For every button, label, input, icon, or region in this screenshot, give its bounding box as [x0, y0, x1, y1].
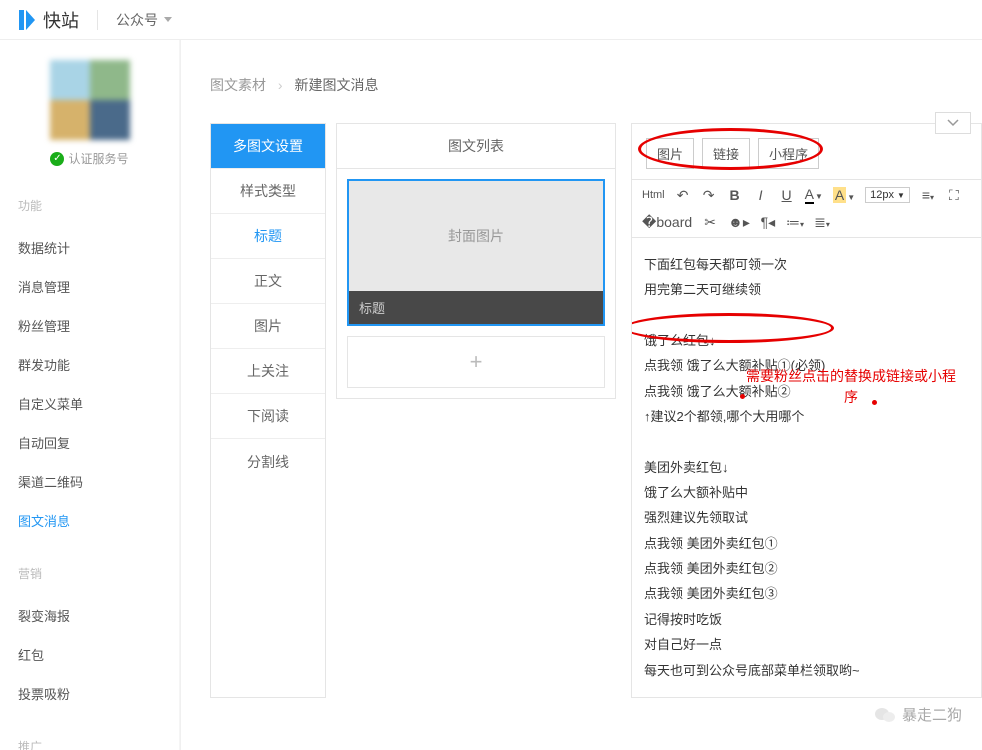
panel-tab[interactable]: 下阅读 [211, 394, 325, 439]
editor-toolbar: Html ↶ ↷ B I U A▼ A▼ 12px▼ ≡▾ ⛶ �board ✂… [632, 179, 981, 238]
top-bar: 快站 公众号 [0, 0, 982, 40]
chevron-right-icon: › [278, 77, 283, 93]
sidebar-item[interactable]: 自定义菜单 [18, 384, 161, 423]
bold-button[interactable]: B [727, 187, 743, 203]
nav-section: 推广 [18, 738, 161, 750]
align-button[interactable]: ≡▾ [920, 187, 936, 203]
panel-tab[interactable]: 图片 [211, 304, 325, 349]
insert-tab[interactable]: 图片 [646, 138, 694, 169]
panel-tab[interactable]: 样式类型 [211, 169, 325, 214]
sidebar-item[interactable]: 自动回复 [18, 423, 161, 462]
settings-panel-header: 多图文设置 [211, 124, 325, 169]
sidebar-item[interactable]: 渠道二维码 [18, 462, 161, 501]
panel-tab[interactable]: 上关注 [211, 349, 325, 394]
sidebar: ✓ 认证服务号 功能数据统计消息管理粉丝管理群发功能自定义菜单自动回复渠道二维码… [0, 40, 180, 750]
brand-logo[interactable]: 快站 [15, 7, 79, 33]
main: ✓ 认证服务号 功能数据统计消息管理粉丝管理群发功能自定义菜单自动回复渠道二维码… [0, 40, 982, 750]
content-area: 图文素材 › 新建图文消息 多图文设置 样式类型标题正文图片上关注下阅读分割线 … [180, 40, 982, 750]
unordered-list-button[interactable]: ≣▾ [814, 214, 830, 231]
verify-check-icon: ✓ [50, 152, 64, 166]
sidebar-item[interactable]: 裂变海报 [18, 596, 161, 635]
divider [97, 10, 98, 30]
nav-section: 营销裂变海报红包投票吸粉 [18, 565, 161, 713]
editor-line: 点我领 美团外卖红包③ [644, 581, 969, 606]
editor-line: 用完第二天可继续领 [644, 277, 969, 302]
sidebar-item[interactable]: 红包 [18, 635, 161, 674]
nav-section-title: 推广 [18, 738, 161, 750]
sidebar-item[interactable]: 群发功能 [18, 345, 161, 384]
undo-button[interactable]: ↶ [675, 187, 691, 204]
watermark: 暴走二狗 [874, 704, 962, 725]
brand-text: 快站 [43, 7, 79, 33]
panel-tab[interactable]: 正文 [211, 259, 325, 304]
insert-tab-row: 图片链接小程序 [632, 124, 981, 179]
editor-line: 每天也可到公众号底部菜单栏领取哟~ [644, 658, 969, 683]
redo-button[interactable]: ↷ [701, 187, 717, 204]
sidebar-item[interactable]: 投票吸粉 [18, 674, 161, 713]
top-nav-public-account[interactable]: 公众号 [116, 10, 172, 30]
settings-panel: 多图文设置 样式类型标题正文图片上关注下阅读分割线 [210, 123, 326, 698]
logo-icon [15, 8, 39, 32]
editor-line: 强烈建议先领取试 [644, 505, 969, 530]
editor-line: 记得按时吃饭 [644, 607, 969, 632]
wechat-icon [874, 706, 896, 724]
editor-line: 点我领 饿了么大额补贴①(必领) [644, 353, 969, 378]
editor-line [644, 429, 969, 454]
font-size-select[interactable]: 12px▼ [865, 187, 910, 203]
annotation-dot [740, 394, 745, 399]
breadcrumb-current: 新建图文消息 [294, 77, 378, 93]
avatar[interactable] [50, 60, 130, 140]
editor-line: 点我领 美团外卖红包② [644, 556, 969, 581]
html-button[interactable]: Html [642, 189, 665, 201]
sidebar-item[interactable]: 粉丝管理 [18, 306, 161, 345]
editor-line: 对自己好一点 [644, 632, 969, 657]
nav-section-title: 功能 [18, 197, 161, 214]
cover-title-bar: 标题 [349, 291, 603, 324]
editor-line: 饿了么大额补贴中 [644, 480, 969, 505]
fullscreen-button[interactable]: ⛶ [946, 187, 962, 204]
breadcrumb: 图文素材 › 新建图文消息 [210, 75, 982, 95]
editor-line: ↑建议2个都领,哪个大用哪个 [644, 404, 969, 429]
preview-column: 图文列表 封面图片 标题 + [336, 123, 616, 698]
editor-line: 点我领 饿了么大额补贴② [644, 379, 969, 404]
bg-color-button[interactable]: A▼ [833, 187, 855, 203]
quote-button[interactable]: ¶◂ [760, 214, 776, 231]
preview-column-header: 图文列表 [336, 123, 616, 168]
italic-button[interactable]: I [753, 187, 769, 203]
editor-textarea[interactable]: 下面红包每天都可领一次用完第二天可继续领 饿了么红包↓点我领 饿了么大额补贴①(… [632, 238, 981, 697]
annotation-dot [872, 400, 877, 405]
font-color-button[interactable]: A▼ [805, 186, 823, 204]
sidebar-item[interactable]: 消息管理 [18, 267, 161, 306]
nav-section-title: 营销 [18, 565, 161, 582]
breadcrumb-parent[interactable]: 图文素材 [210, 77, 266, 93]
sidebar-item[interactable]: 图文消息 [18, 501, 161, 540]
editor-line: 美团外卖红包↓ [644, 455, 969, 480]
emoticon-button[interactable]: ☻▸ [728, 214, 750, 231]
panel-tab[interactable]: 标题 [211, 214, 325, 259]
article-card[interactable]: 封面图片 标题 [347, 179, 605, 326]
editor-line [644, 303, 969, 328]
cover-image-placeholder: 封面图片 [349, 181, 603, 291]
panel-tab[interactable]: 分割线 [211, 439, 325, 484]
verify-status: ✓ 认证服务号 [18, 150, 161, 167]
ordered-list-button[interactable]: ≔▾ [786, 214, 804, 231]
clear-format-button[interactable]: ✂ [702, 214, 718, 231]
account-profile: ✓ 认证服务号 [18, 60, 161, 167]
sidebar-item[interactable]: 数据统计 [18, 228, 161, 267]
add-article-button[interactable]: + [347, 336, 605, 388]
editor-line: 点我领 美团外卖红包① [644, 531, 969, 556]
underline-button[interactable]: U [779, 187, 795, 203]
insert-tab[interactable]: 链接 [702, 138, 750, 169]
insert-tab[interactable]: 小程序 [758, 138, 819, 169]
nav-section: 功能数据统计消息管理粉丝管理群发功能自定义菜单自动回复渠道二维码图文消息 [18, 197, 161, 540]
format-brush-button[interactable]: �board [642, 214, 692, 231]
rich-editor: 图片链接小程序 Html ↶ ↷ B I U A▼ A▼ 12px▼ ≡▾ ⛶ [631, 123, 982, 698]
editor-line: 下面红包每天都可领一次 [644, 252, 969, 277]
editor-line: 饿了么红包↓ [644, 328, 969, 353]
